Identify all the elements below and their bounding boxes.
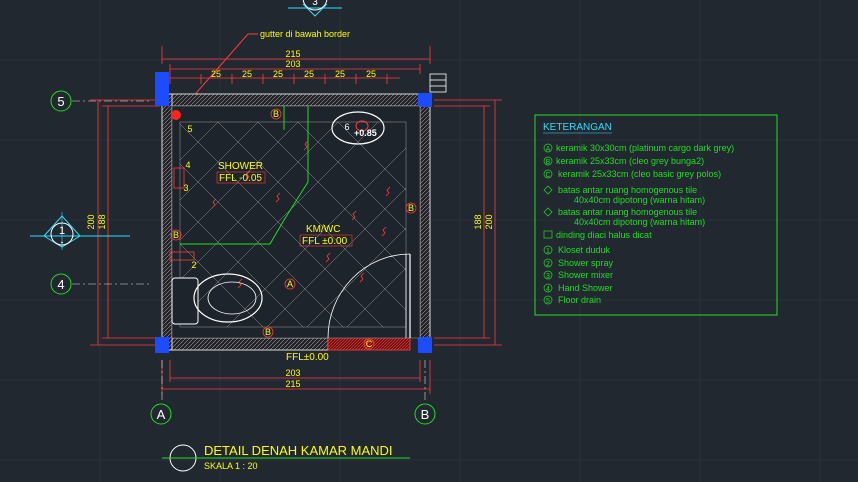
top-dimension-labels: 215 203 25 25 25 25 25 25 xyxy=(211,49,376,79)
bottom-dimension-labels: 203 215 xyxy=(285,368,300,389)
dim-top-seg-3: 25 xyxy=(273,69,283,79)
grid-marker-a[interactable]: A xyxy=(150,403,172,425)
title-block: DETAIL DENAH KAMAR MANDI SKALA 1 : 20 xyxy=(162,443,410,472)
legend-text: Floor drain xyxy=(558,295,601,305)
floor-drain[interactable] xyxy=(171,110,181,120)
legend-item: 3 Shower mixer xyxy=(543,270,613,280)
grid-marker-4[interactable]: 4 xyxy=(50,273,72,295)
legend-item: batas antar ruang homogenous tile 40x40c… xyxy=(543,207,705,227)
legend-text: Hand Shower xyxy=(558,283,613,293)
legend-symbol: 2 xyxy=(546,261,550,268)
grid-marker-5[interactable]: 5 xyxy=(50,90,72,112)
tag-item-3: 3 xyxy=(183,183,188,193)
legend-item: dinding diaci halus dicat xyxy=(543,230,652,240)
grid-marker-b[interactable]: B xyxy=(414,403,436,425)
shower-title: SHOWER xyxy=(218,161,263,172)
dim-top-seg-2: 25 xyxy=(242,69,252,79)
section-marker-label: 1 xyxy=(59,225,65,237)
section-marker-sub: - xyxy=(61,237,64,247)
grid-marker-b-label: B xyxy=(421,407,430,422)
tag-b-right: B xyxy=(408,203,414,213)
dim-bottom-inner: 203 xyxy=(285,368,300,378)
legend-symbol: 3 xyxy=(546,273,550,280)
dim-top-seg-4: 25 xyxy=(304,69,314,79)
legend-text-2: 40x40cm dipotong (warna hitam) xyxy=(574,195,705,205)
dim-top-total: 215 xyxy=(285,49,300,59)
dim-right-inner: 188 xyxy=(473,214,483,229)
tag-item-6: 6 xyxy=(344,122,349,132)
legend-symbol: 4 xyxy=(546,286,550,293)
legend-item: A keramik 30x30cm (platinum cargo dark g… xyxy=(543,143,734,153)
legend-symbol: 1 xyxy=(546,248,550,255)
legend-text: keramik 25x33cm (cleo basic grey polos) xyxy=(558,169,721,179)
legend-symbol: A xyxy=(546,146,551,153)
tag-c-door: C xyxy=(366,339,373,349)
legend-text-2: 40x40cm dipotong (warna hitam) xyxy=(574,217,705,227)
dim-right-outer: 200 xyxy=(484,214,494,229)
tag-item-2: 2 xyxy=(191,260,196,270)
kmwc-title: KM/WC xyxy=(306,224,340,235)
legend-text: Shower mixer xyxy=(558,270,613,280)
tag-item-4: 4 xyxy=(185,160,190,170)
dim-bottom-total: 215 xyxy=(285,379,300,389)
dim-left-outer: 200 xyxy=(86,214,96,229)
top-section-label: 3 xyxy=(312,0,318,8)
tag-item-5: 5 xyxy=(187,124,192,134)
sink-level: +0.85 xyxy=(354,128,377,138)
dim-top-inner: 203 xyxy=(285,59,300,69)
window-symbol xyxy=(429,73,447,93)
legend-item: 2 Shower spray xyxy=(543,258,614,268)
tag-b-bottom: B xyxy=(265,327,271,337)
dim-top-seg-1: 25 xyxy=(211,69,221,79)
dim-top-seg-5: 25 xyxy=(335,69,345,79)
legend-items: A keramik 30x30cm (platinum cargo dark g… xyxy=(543,143,734,305)
legend-item: batas antar ruang homogenous tile 40x40c… xyxy=(543,185,705,205)
legend-text: batas antar ruang homogenous tile xyxy=(558,207,697,217)
title-text: DETAIL DENAH KAMAR MANDI xyxy=(204,443,393,458)
legend-symbol: C xyxy=(545,172,550,179)
shower-level: FFL -0.05 xyxy=(219,173,262,184)
legend-text: Kloset duduk xyxy=(558,245,611,255)
dim-top-seg-6: 25 xyxy=(366,69,376,79)
legend-text: dinding diaci halus dicat xyxy=(556,230,652,240)
legend-item: B keramik 25x33cm (cleo grey bunga2) xyxy=(543,156,704,166)
legend-text: batas antar ruang homogenous tile xyxy=(558,185,697,195)
tag-b-top: B xyxy=(273,109,279,119)
legend-text: keramik 30x30cm (platinum cargo dark gre… xyxy=(556,143,734,153)
top-section-marker[interactable]: 3 xyxy=(288,0,342,17)
grid-marker-4-label: 4 xyxy=(57,277,64,292)
tag-a-floor: A xyxy=(287,279,293,289)
gutter-callout-text: gutter di bawah border xyxy=(260,29,350,39)
grid-marker-a-label: A xyxy=(157,407,166,422)
dim-left-inner: 188 xyxy=(97,214,107,229)
legend-item: C keramik 25x33cm (cleo basic grey polos… xyxy=(543,169,721,179)
door-level: FFL±0.00 xyxy=(286,352,329,363)
kmwc-level: FFL ±0.00 xyxy=(302,236,348,247)
legend-title: KETERANGAN xyxy=(543,122,612,133)
scale-text: SKALA 1 : 20 xyxy=(204,461,258,471)
tag-b-left: B xyxy=(173,230,179,240)
legend-symbol: 5 xyxy=(546,298,550,305)
legend-symbol: B xyxy=(546,159,551,166)
section-marker-1[interactable]: 1 - xyxy=(30,212,130,250)
legend-text: keramik 25x33cm (cleo grey bunga2) xyxy=(556,156,704,166)
grid-marker-5-label: 5 xyxy=(57,94,64,109)
drawing-canvas: 3 gutter di bawah border 215 203 25 25 2… xyxy=(0,0,858,482)
legend-text: Shower spray xyxy=(558,258,614,268)
legend-item: 4 Hand Shower xyxy=(543,283,613,293)
legend-item: 1 Kloset duduk xyxy=(543,245,611,255)
